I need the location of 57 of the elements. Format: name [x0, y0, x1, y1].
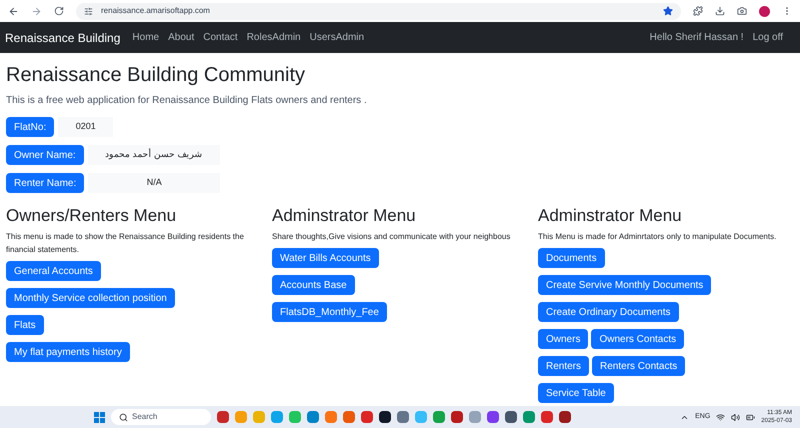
- logoff-link[interactable]: Log off: [752, 30, 783, 45]
- download-icon[interactable]: [715, 6, 725, 16]
- address-bar[interactable]: renaissance.amarisoftapp.com: [76, 2, 681, 20]
- menu-description: This menu is made to show the Renaissance Building residents the financial statements.: [6, 231, 245, 256]
- menu-button[interactable]: My flat payments history: [6, 342, 130, 362]
- menu-button[interactable]: Owners: [538, 329, 588, 350]
- menu-button[interactable]: FlatsDB_Monthly_Fee: [272, 302, 387, 322]
- reload-icon[interactable]: [54, 6, 64, 16]
- menu-button[interactable]: Flats: [6, 315, 44, 336]
- page-title: Renaissance Building Community: [6, 63, 306, 88]
- nav-link[interactable]: Home: [132, 30, 160, 45]
- wifi-icon[interactable]: [716, 412, 726, 422]
- menu-button[interactable]: Create Servive Monthly Documents: [538, 275, 712, 296]
- url-text: renaissance.amarisoftapp.com: [101, 5, 210, 17]
- menu-description: This Menu is made for Adminrtators only to manipulate Documents.: [538, 231, 778, 244]
- bookmark-star-icon[interactable]: [663, 6, 673, 16]
- nav-link[interactable]: UsersAdmin: [310, 30, 364, 45]
- menu-heading: Adminstrator Menu: [272, 205, 417, 226]
- field-label: Owner Name:: [6, 145, 84, 165]
- menu-button[interactable]: Service Table: [538, 383, 614, 404]
- menu-button[interactable]: Accounts Base: [272, 275, 355, 296]
- app-icon[interactable]: [379, 411, 391, 423]
- menu-button[interactable]: Owners Contacts: [591, 329, 684, 350]
- page-subtitle: This is a free web application for Renaissance Building Flats owners and renters .: [6, 94, 368, 108]
- field-value: 0201: [58, 117, 114, 137]
- menu-button[interactable]: Renters: [538, 356, 590, 376]
- menu-button[interactable]: General Accounts: [6, 261, 101, 282]
- search-field[interactable]: Search: [111, 409, 211, 425]
- brand-link[interactable]: Renaissance Building: [5, 28, 120, 46]
- menu-description: Share thoughts,Give visions and communicate with your neighbous: [272, 231, 512, 244]
- extensions-icon[interactable]: [693, 6, 703, 16]
- menu-heading: Owners/Renters Menu: [6, 205, 178, 226]
- field-value: شريف حسن أحمد محمود: [88, 145, 220, 165]
- menu-button[interactable]: Renters Contacts: [592, 356, 686, 376]
- camera-icon[interactable]: [737, 6, 747, 16]
- greeting-link[interactable]: Hello Sherif Hassan !: [650, 30, 744, 45]
- profile-avatar-icon[interactable]: [759, 6, 770, 16]
- nav-link[interactable]: Contact: [203, 30, 238, 45]
- app-icon[interactable]: [505, 411, 517, 423]
- menu-button[interactable]: Monthly Service collection position: [6, 288, 175, 308]
- field-label: Renter Name:: [6, 173, 84, 193]
- menu-button[interactable]: Water Bills Accounts: [272, 248, 379, 268]
- app-icon[interactable]: [559, 411, 571, 423]
- speaker-icon[interactable]: [731, 412, 740, 422]
- battery-icon[interactable]: [746, 412, 756, 422]
- back-icon[interactable]: [8, 6, 19, 16]
- nav-link[interactable]: RolesAdmin: [246, 30, 301, 45]
- nav-link[interactable]: About: [168, 30, 194, 45]
- menu-button[interactable]: Create Ordinary Documents: [538, 302, 678, 322]
- menu-button[interactable]: Documents: [538, 248, 605, 268]
- field-value: N/A: [88, 173, 220, 193]
- site-settings-icon[interactable]: [84, 6, 93, 16]
- field-label: FlatNo:: [6, 117, 54, 137]
- search-icon: [119, 412, 128, 422]
- menu-heading: Adminstrator Menu: [538, 205, 683, 226]
- forward-icon[interactable]: [31, 6, 42, 16]
- start-icon[interactable]: [94, 412, 105, 422]
